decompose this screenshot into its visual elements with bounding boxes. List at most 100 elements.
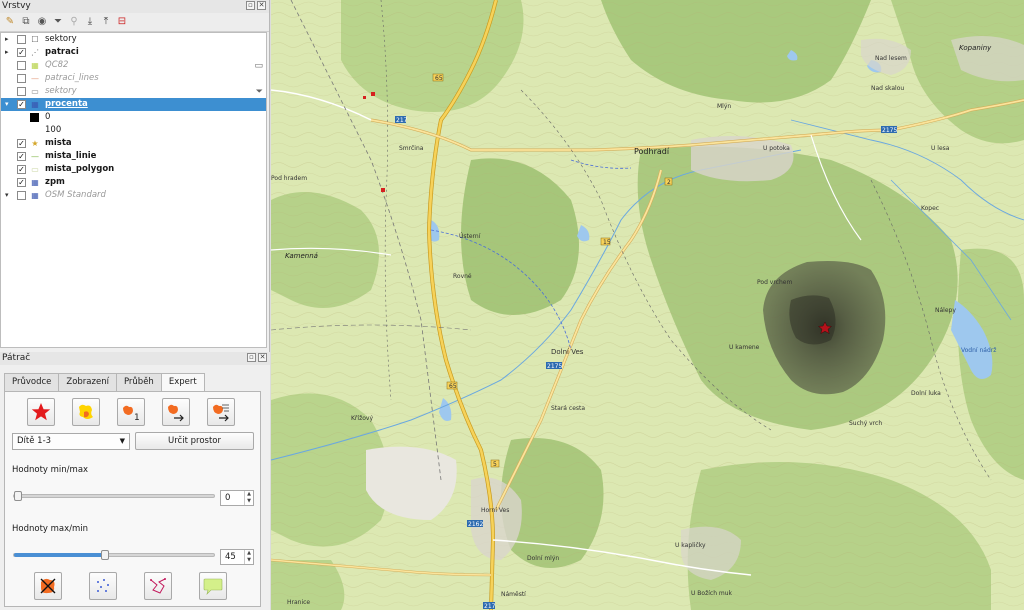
star-point-icon: ★ [31, 139, 39, 148]
chevron-down-icon: ▼ [119, 437, 125, 445]
area-report-button[interactable] [207, 398, 235, 426]
layer-row[interactable]: ✓ ★ mista [1, 137, 266, 150]
add-group-icon[interactable]: ⧉ [19, 15, 33, 29]
layer-row[interactable]: ✓ ▭ mista_polygon [1, 163, 266, 176]
map-canvas[interactable]: 65 217 2175 15 2 65 5 2162 2175 217 Podh… [271, 0, 1024, 610]
layer-row[interactable]: ▭ sektory ⏷ [1, 85, 266, 98]
layer-visibility-checkbox[interactable]: ✓ [17, 152, 26, 161]
collapse-all-icon[interactable]: ⤒ [99, 15, 113, 29]
person-type-select[interactable]: Dítě 1-3 ▼ [12, 433, 130, 450]
group-icon: ☐ [31, 35, 39, 44]
close-icon[interactable]: ✕ [257, 1, 266, 10]
raster-layer-icon: ▦ [31, 100, 39, 109]
expand-down-icon[interactable]: ▾ [5, 189, 9, 202]
determine-area-button[interactable]: Určit prostor [135, 432, 254, 450]
area-one-icon: 1 [123, 405, 140, 422]
expand-down-icon[interactable]: ▾ [5, 98, 9, 111]
message-button[interactable] [199, 572, 227, 600]
left-dock: Vrstvy ▫ ✕ ✎ ⧉ ◉ ⏷ ⚲ ⤓ ⤒ ⊟ ▸ ☐ sektory ▸ ✓ ⋰ p… [0, 0, 270, 610]
layer-visibility-checkbox[interactable] [17, 191, 26, 200]
polygon-layer-icon: ▭ [31, 87, 39, 96]
layer-visibility-checkbox[interactable]: ✓ [17, 48, 26, 57]
svg-text:1: 1 [134, 413, 140, 422]
layer-visibility-checkbox[interactable]: ✓ [17, 178, 26, 187]
minmax-spinbox[interactable]: 0 ▲ ▼ [220, 490, 254, 506]
close-icon[interactable]: ✕ [258, 353, 267, 362]
road-shield-label: 2 [667, 179, 671, 186]
layer-row[interactable]: ▸ ✓ ⋰ patraci [1, 46, 266, 59]
tab-zobrazeni[interactable]: Zobrazení [58, 373, 117, 391]
add-place-button[interactable] [27, 398, 55, 426]
layer-row[interactable]: ▾ ▦ OSM Standard [1, 189, 266, 202]
maxmin-spinbox[interactable]: 45 ▲ ▼ [220, 549, 254, 565]
layer-label: sektory [45, 34, 77, 44]
layers-panel-title-bar: Vrstvy ▫ ✕ [0, 0, 269, 13]
track-line-icon [150, 578, 166, 594]
map-label-podhradi: Podhradí [634, 147, 670, 156]
layer-row[interactable]: ▦ QC82 ▭ [1, 59, 266, 72]
maxmin-slider-handle[interactable] [100, 550, 109, 560]
map-label-u-kapliky: U kapličky [675, 542, 706, 549]
layer-label: patraci [45, 47, 79, 57]
expand-right-icon[interactable]: ▸ [5, 33, 9, 46]
map-svg: 65 217 2175 15 2 65 5 2162 2175 217 Podh… [271, 0, 1024, 610]
patrac-tabs: Průvodce Zobrazení Průběh Expert [4, 373, 205, 392]
red-star-icon [31, 403, 51, 421]
layer-row[interactable]: — patraci_lines [1, 72, 266, 85]
layer-row[interactable]: ✓ — mista_linie [1, 150, 266, 163]
tab-pruvodce[interactable]: Průvodce [4, 373, 60, 391]
scatter-points-icon [97, 579, 109, 592]
maxmin-label: Hodnoty max/min [12, 524, 89, 534]
layer-row[interactable]: ✓ ▦ zpm [1, 176, 266, 189]
expand-right-icon[interactable]: ▸ [5, 46, 9, 59]
legend-value: 100 [45, 125, 62, 135]
add-area-button[interactable] [72, 398, 100, 426]
polygon-layer-icon: ▭ [31, 165, 39, 174]
layer-row[interactable]: ▾ ✓ ▦ procenta [1, 98, 266, 111]
map-label-nalepy: Nálepy [935, 307, 956, 314]
layer-label: zpm [45, 177, 65, 187]
remove-layer-icon[interactable]: ⊟ [115, 15, 129, 29]
map-label-horni-ves: Horní Ves [481, 507, 509, 514]
points-button[interactable] [89, 572, 117, 600]
layer-label: procenta [45, 99, 88, 109]
filter-icon[interactable]: ⏷ [51, 15, 65, 29]
layer-visibility-checkbox[interactable] [17, 35, 26, 44]
layer-label: patraci_lines [45, 73, 99, 83]
layer-label: QC82 [45, 60, 69, 70]
filter-by-map-icon[interactable]: ⚲ [67, 15, 81, 29]
float-icon[interactable]: ▫ [246, 1, 255, 10]
spin-arrows-icon[interactable]: ▲ ▼ [244, 491, 253, 505]
float-icon[interactable]: ▫ [247, 353, 256, 362]
map-label-vodni-nadrz: Vodní nádrž [961, 347, 996, 354]
map-label-stara-cesta: Stará cesta [551, 405, 585, 412]
minmax-slider[interactable] [13, 491, 215, 501]
map-label-smrcina: Smrčina [399, 145, 424, 152]
map-label-kopaniny: Kopaniny [959, 44, 992, 52]
maxmin-slider[interactable] [13, 550, 215, 560]
visibility-icon[interactable]: ◉ [35, 15, 49, 29]
split-sectors-button[interactable] [34, 572, 62, 600]
spin-arrows-icon[interactable]: ▲ ▼ [244, 550, 253, 564]
tab-prubeh[interactable]: Průběh [115, 373, 162, 391]
expand-all-icon[interactable]: ⤓ [83, 15, 97, 29]
layer-visibility-checkbox[interactable]: ✓ [17, 165, 26, 174]
road-shield-label: 2175 [547, 363, 562, 370]
layer-visibility-checkbox[interactable] [17, 87, 26, 96]
legend-row-min: 0 [1, 111, 266, 124]
track-button[interactable] [144, 572, 172, 600]
minmax-slider-handle[interactable] [14, 491, 22, 501]
tab-expert[interactable]: Expert [160, 373, 205, 392]
layer-visibility-checkbox[interactable]: ✓ [17, 139, 26, 148]
layer-visibility-checkbox[interactable] [17, 61, 26, 70]
layer-row[interactable]: ▸ ☐ sektory [1, 33, 266, 46]
layer-visibility-checkbox[interactable] [17, 74, 26, 83]
area-arrow-button[interactable] [162, 398, 190, 426]
style-manager-icon[interactable]: ✎ [3, 15, 17, 29]
layer-visibility-checkbox[interactable]: ✓ [17, 100, 26, 109]
map-label-usterni: Ústerní [459, 233, 481, 240]
area-number-button[interactable]: 1 [117, 398, 145, 426]
map-label-suchy-vrch: Suchý vrch [849, 420, 882, 427]
road-shield-label: 217 [484, 603, 496, 610]
map-label-kopec: Kopec [921, 205, 939, 212]
